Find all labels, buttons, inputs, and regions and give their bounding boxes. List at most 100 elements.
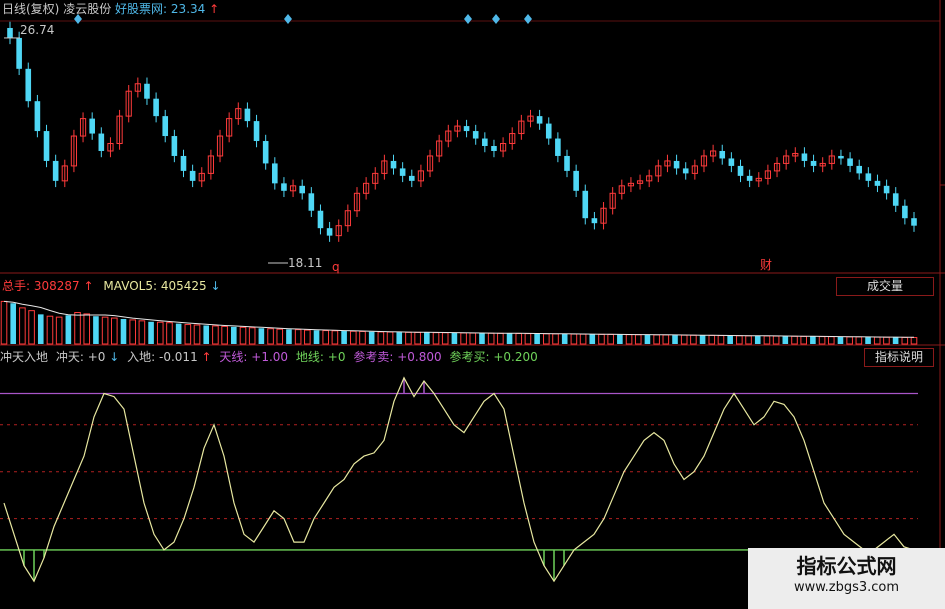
volume-bar	[598, 333, 605, 345]
volume-bar	[230, 326, 237, 344]
stock-chart-canvas	[0, 0, 945, 609]
volume-bar	[331, 330, 339, 345]
candle-down	[892, 193, 899, 206]
candle-down	[253, 121, 260, 142]
candle-down	[25, 68, 32, 102]
volume-bar	[607, 333, 614, 345]
volume-bar	[396, 332, 403, 344]
candle-down	[810, 160, 817, 166]
candle-down	[98, 133, 105, 151]
candle-down	[408, 175, 415, 181]
volume-bar	[19, 307, 26, 345]
rudi-arrow: ↑	[201, 350, 212, 364]
volume-bar	[515, 333, 523, 345]
volume-bar	[479, 333, 485, 344]
volume-bar	[497, 332, 504, 345]
volume-bar	[0, 300, 8, 345]
signal-diamond	[492, 14, 500, 24]
candle-down	[573, 170, 579, 191]
volume-bar	[248, 327, 256, 345]
candle-down	[262, 141, 269, 164]
volume-bar	[680, 334, 688, 345]
candle-down	[737, 165, 744, 176]
volume-bar	[203, 325, 210, 344]
candle-down	[591, 218, 598, 224]
marker-cai: 财	[760, 258, 773, 272]
volume-bar	[74, 312, 81, 345]
volume-arrow: ↑	[83, 279, 94, 293]
candle-down	[171, 136, 178, 156]
candle-down	[43, 131, 50, 161]
volume-bar	[304, 329, 311, 345]
volume-bar	[120, 318, 127, 344]
sell-value: +0.800	[397, 350, 442, 364]
low-price-label: 18.11	[288, 256, 323, 270]
candle-down	[865, 173, 872, 181]
volume-bar	[83, 313, 91, 345]
volume-bar	[221, 325, 228, 345]
volume-bar	[111, 317, 118, 345]
volume-bar	[55, 316, 63, 345]
candle-down	[719, 150, 726, 159]
volume-bar	[534, 333, 540, 344]
mavol-line	[3, 300, 915, 338]
volume-bar	[736, 335, 743, 345]
candle-down	[902, 205, 908, 219]
candle-down	[7, 27, 13, 38]
volume-bar	[855, 336, 863, 345]
signal-diamond	[524, 14, 532, 24]
volume-indicator-button[interactable]: 成交量	[836, 277, 934, 296]
chongtian-value: +0	[87, 350, 106, 364]
volume-bar	[727, 335, 733, 344]
volume-bar	[313, 330, 320, 344]
candle-down	[746, 175, 753, 181]
volume-bar	[901, 336, 909, 345]
volume-bar	[846, 336, 853, 345]
volume-bar	[166, 322, 173, 345]
candle-down	[189, 170, 196, 181]
volume-bar	[690, 334, 697, 345]
volume-bar	[524, 333, 532, 345]
volume-bar	[156, 321, 164, 345]
volume-bar	[414, 331, 421, 345]
candle-down	[564, 155, 570, 171]
candle-down	[162, 116, 169, 137]
buy-label: 参考买:	[449, 350, 490, 364]
candle-down	[847, 158, 853, 166]
indicator-help-button[interactable]: 指标说明	[864, 348, 934, 367]
candle-down	[801, 153, 808, 161]
volume-bar	[800, 335, 807, 345]
volume-bar	[10, 303, 16, 344]
candle-down	[874, 180, 881, 186]
volume-bar	[432, 332, 440, 345]
candle-down	[34, 101, 41, 132]
dixian-value: +0	[327, 350, 346, 364]
volume-bar	[451, 332, 458, 344]
volume-bar	[184, 324, 192, 345]
candle-down	[308, 193, 315, 211]
candle-down	[555, 138, 561, 156]
signal-diamond	[464, 14, 472, 24]
indicator-name: 冲天入地	[0, 350, 49, 364]
volume-bar	[873, 336, 881, 345]
volume-bar	[552, 333, 559, 345]
volume-bar	[424, 332, 430, 344]
volume-bar	[93, 316, 99, 344]
volume-bar	[579, 333, 587, 345]
rudi-value: -0.011	[159, 350, 198, 364]
candle-down	[281, 183, 287, 191]
candle-down	[472, 131, 479, 139]
volume-bar	[239, 326, 247, 345]
volume-bar	[212, 325, 219, 345]
volume-bar	[276, 328, 284, 345]
candle-down	[545, 123, 552, 139]
volume-bar	[634, 334, 642, 345]
candle-down	[153, 98, 159, 117]
watermark-title: 指标公式网	[796, 554, 897, 578]
volume-bar	[892, 337, 899, 344]
high-price-label: 26.74	[20, 23, 55, 37]
candle-down	[244, 108, 251, 122]
rudi-label: 入地:	[127, 350, 156, 364]
dixian-label: 地线:	[295, 350, 324, 364]
volume-bar	[286, 329, 292, 344]
